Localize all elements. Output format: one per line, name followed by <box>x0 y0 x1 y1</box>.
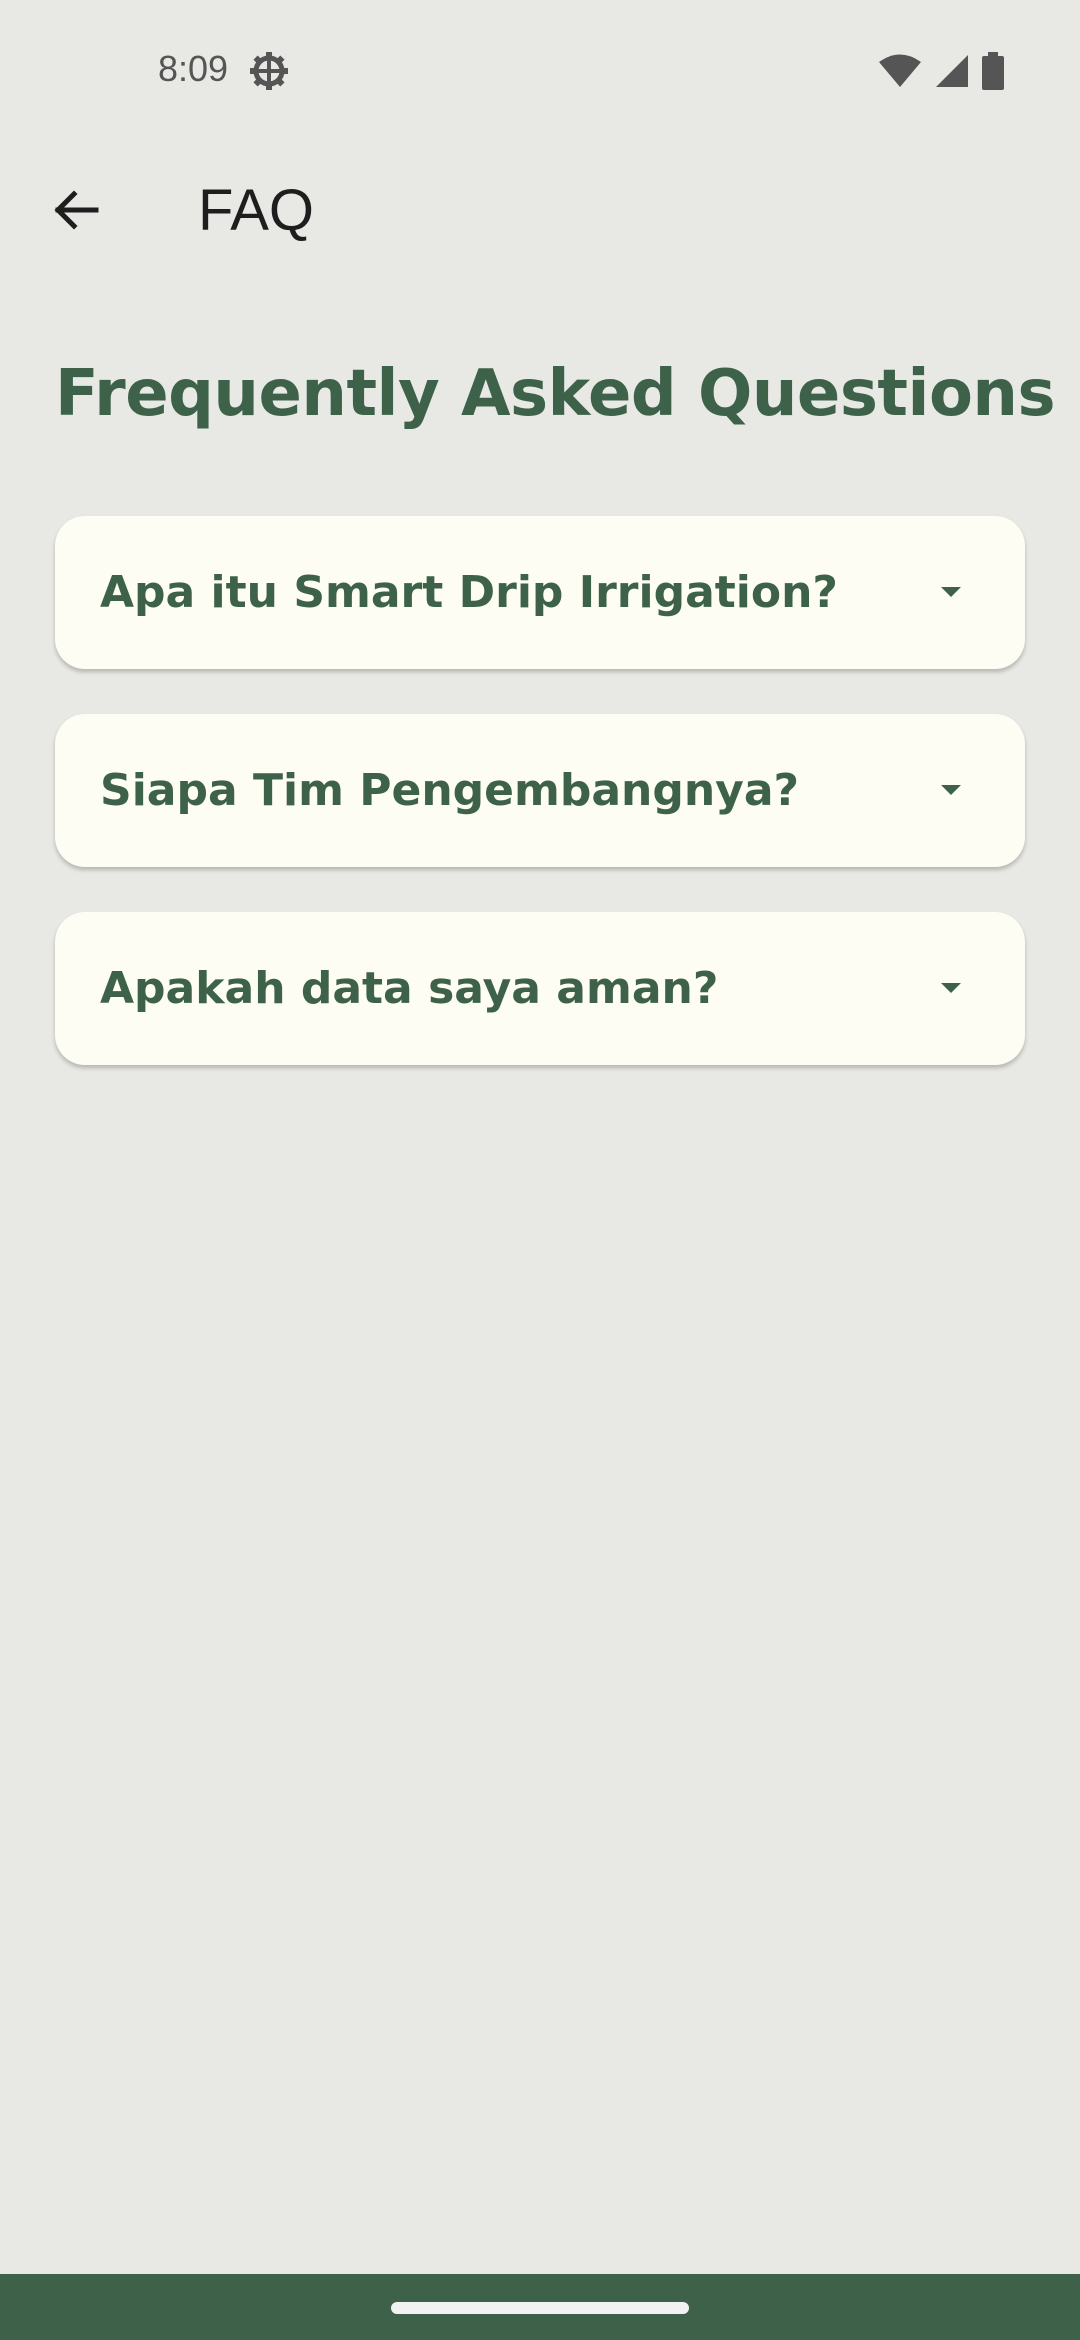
app-bar: FAQ <box>0 150 1080 274</box>
back-button[interactable] <box>36 172 116 252</box>
caret-down-icon <box>939 976 963 1000</box>
faq-list: Apa itu Smart Drip Irrigation? Siapa Tim… <box>55 516 1025 1110</box>
page-title: FAQ <box>198 178 315 243</box>
caret-down-icon <box>939 580 963 604</box>
caret-down-icon <box>939 778 963 802</box>
arrow-back-icon <box>52 186 100 238</box>
faq-question: Siapa Tim Pengembangnya? <box>100 765 800 816</box>
settings-icon <box>248 50 290 92</box>
faq-item[interactable]: Apa itu Smart Drip Irrigation? <box>55 516 1025 669</box>
signal-icon <box>934 53 970 93</box>
status-bar: 8:09 <box>0 0 1080 140</box>
faq-question: Apa itu Smart Drip Irrigation? <box>100 567 838 618</box>
battery-icon <box>982 52 1004 94</box>
wifi-icon <box>878 53 922 93</box>
faq-heading: Frequently Asked Questions <box>55 357 1056 431</box>
home-indicator[interactable] <box>391 2302 689 2314</box>
system-navigation-bar <box>0 2274 1080 2340</box>
faq-item[interactable]: Apakah data saya aman? <box>55 912 1025 1065</box>
faq-item[interactable]: Siapa Tim Pengembangnya? <box>55 714 1025 867</box>
status-icons <box>878 52 1004 94</box>
status-time: 8:09 <box>158 48 229 89</box>
faq-question: Apakah data saya aman? <box>100 963 719 1014</box>
